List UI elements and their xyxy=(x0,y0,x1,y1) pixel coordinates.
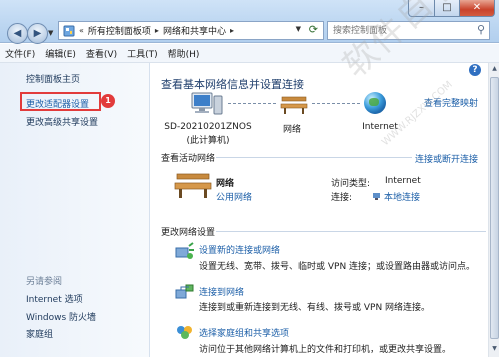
address-bar[interactable]: « 所有控制面板项 ▸ 网络和共享中心 ▸ ▼ ⟳ xyxy=(58,21,324,40)
internet-options-link[interactable]: Internet 选项 xyxy=(26,292,83,305)
address-dropdown-icon[interactable]: ▼ xyxy=(296,25,301,33)
bench-network-icon xyxy=(174,173,212,198)
connect-to-network-desc: 连接到或重新连接到无线、有线、拨号或 VPN 网络连接。 xyxy=(199,303,431,313)
homegroup-sharing-desc: 访问位于其他网络计算机上的文件和打印机，或更改共享设置。 xyxy=(199,345,452,355)
change-adapter-settings-link[interactable]: 更改适配器设置 xyxy=(26,97,89,110)
active-network-name: 网络 xyxy=(216,179,235,189)
minimize-icon: – xyxy=(419,2,424,13)
computer-name: SD-20210201ZNOS xyxy=(164,122,252,132)
menu-view[interactable]: 查看(V) xyxy=(86,47,117,60)
menu-tools[interactable]: 工具(T) xyxy=(127,47,158,60)
local-connection-item[interactable]: 本地连接 xyxy=(372,190,420,203)
menu-file[interactable]: 文件(F) xyxy=(5,47,35,60)
breadcrumb-chevron-icon: « xyxy=(79,26,84,35)
homegroup-sharing-link[interactable]: 选择家庭组和共享选项 xyxy=(199,326,289,339)
connection-line xyxy=(228,103,276,104)
menu-bar: 文件(F) 编辑(E) 查看(V) 工具(T) 帮助(H) xyxy=(0,44,499,63)
setup-new-connection-desc: 设置无线、宽带、拨号、临时或 VPN 连接；或设置路由器或访问点。 xyxy=(199,262,476,272)
maximize-icon: □ xyxy=(442,2,452,13)
forward-arrow-icon: ▶ xyxy=(33,28,42,39)
divider xyxy=(216,157,412,158)
connection-line xyxy=(312,103,360,104)
page-title: 查看基本网络信息并设置连接 xyxy=(161,78,304,91)
connect-network-icon xyxy=(175,284,194,299)
connect-disconnect-link[interactable]: 连接或断开连接 xyxy=(415,152,478,165)
setup-new-connection-link[interactable]: 设置新的连接或网络 xyxy=(199,243,280,256)
control-panel-icon xyxy=(63,25,75,36)
active-networks-title: 查看活动网络 xyxy=(161,154,216,164)
scroll-up-icon[interactable]: ▲ xyxy=(490,65,499,75)
minimize-button[interactable]: – xyxy=(408,0,435,17)
maximize-button[interactable]: □ xyxy=(434,0,460,17)
breadcrumb-item[interactable]: 网络和共享中心 xyxy=(163,24,226,37)
local-connection-link[interactable]: 本地连接 xyxy=(384,193,420,203)
breadcrumb-chevron-icon: ▸ xyxy=(154,26,159,35)
change-advanced-sharing-link[interactable]: 更改高级共享设置 xyxy=(26,115,98,128)
back-button[interactable]: ◀ xyxy=(7,23,28,44)
connections-label: 连接: xyxy=(331,193,353,203)
divider xyxy=(216,231,486,232)
back-arrow-icon: ◀ xyxy=(13,28,22,39)
windows-firewall-link[interactable]: Windows 防火墙 xyxy=(26,310,96,323)
search-icon[interactable]: ⚲ xyxy=(477,23,485,36)
breadcrumb-item[interactable]: 所有控制面板项 xyxy=(88,24,151,37)
scroll-thumb[interactable] xyxy=(490,77,499,339)
menu-edit[interactable]: 编辑(E) xyxy=(45,47,76,60)
close-button[interactable]: ✕ xyxy=(459,0,495,17)
search-box[interactable]: ⚲ xyxy=(327,21,490,40)
see-also-heading: 另请参阅 xyxy=(26,277,63,287)
forward-button[interactable]: ▶ xyxy=(27,23,48,44)
new-connection-icon xyxy=(175,242,194,259)
vertical-scrollbar[interactable]: ▲ ▼ xyxy=(488,63,499,357)
view-full-map-link[interactable]: 查看完整映射 xyxy=(424,96,478,109)
step-badge: 1 xyxy=(101,94,115,108)
change-settings-title: 更改网络设置 xyxy=(161,228,216,238)
ethernet-icon xyxy=(373,193,380,200)
refresh-icon[interactable]: ⟳ xyxy=(309,23,318,36)
internet-globe-icon xyxy=(364,92,386,114)
computer-subtitle: (此计算机) xyxy=(186,136,230,146)
history-dropdown-icon[interactable]: ▼ xyxy=(48,29,53,37)
menu-help[interactable]: 帮助(H) xyxy=(168,47,200,60)
breadcrumb-chevron-icon: ▸ xyxy=(229,26,234,35)
homegroup-icon xyxy=(177,326,192,339)
search-input[interactable] xyxy=(328,22,468,39)
network-type-link[interactable]: 公用网络 xyxy=(216,190,252,203)
access-type-label: 访问类型: xyxy=(331,179,371,189)
internet-label: Internet xyxy=(362,122,398,132)
computer-icon xyxy=(191,92,223,115)
control-panel-home-link[interactable]: 控制面板主页 xyxy=(26,72,80,85)
close-icon: ✕ xyxy=(472,2,482,13)
connect-to-network-link[interactable]: 连接到网络 xyxy=(199,285,244,298)
help-icon[interactable]: ? xyxy=(469,64,481,76)
network-label: 网络 xyxy=(282,125,301,135)
homegroup-link[interactable]: 家庭组 xyxy=(26,327,53,340)
scroll-down-icon[interactable]: ▼ xyxy=(490,345,499,355)
access-type-value: Internet xyxy=(385,176,421,186)
bench-network-icon xyxy=(280,96,308,114)
